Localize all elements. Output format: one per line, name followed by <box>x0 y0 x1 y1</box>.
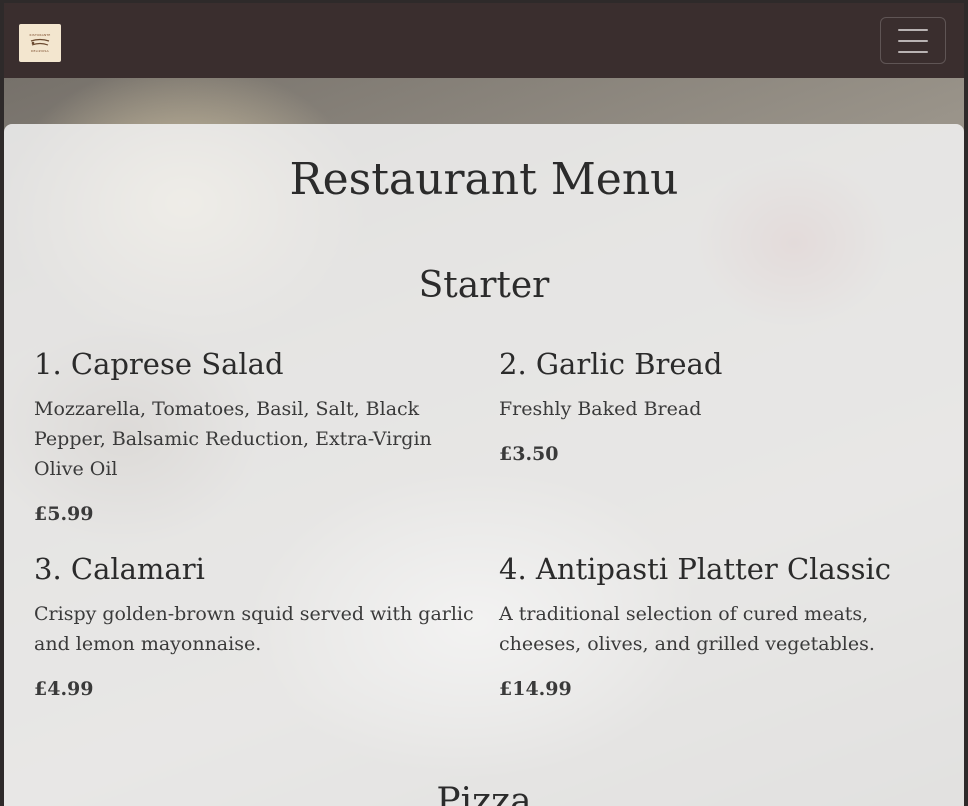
menu-item-description: Freshly Baked Bread <box>499 398 702 420</box>
menu-item-price: £3.50 <box>499 443 559 465</box>
logo-line-2: DELIZIOSA <box>31 49 49 53</box>
menu-item: 4. Antipasti Platter Classic A tradition… <box>499 551 939 701</box>
menu-item-name: 3. Calamari <box>34 552 205 586</box>
menu-item-price: £14.99 <box>499 678 572 700</box>
menu-item: 2. Garlic Bread Freshly Baked Bread £3.5… <box>499 346 939 466</box>
menu-item-name: 2. Garlic Bread <box>499 347 723 381</box>
page-title: Restaurant Menu <box>289 154 679 205</box>
toggler-bar <box>898 39 928 42</box>
menu-item: 1. Caprese Salad Mozzarella, Tomatoes, B… <box>34 346 474 526</box>
menu-item-name: 1. Caprese Salad <box>34 347 284 381</box>
page-frame: RISTORANTE DELIZIOSA Restaurant Menu Sta… <box>4 3 964 806</box>
cutlery-icon <box>30 38 50 46</box>
section-title-pizza: Pizza <box>436 781 532 806</box>
navbar: RISTORANTE DELIZIOSA <box>4 3 964 78</box>
menu-item-description: Mozzarella, Tomatoes, Basil, Salt, Black… <box>34 398 432 480</box>
menu-item: 3. Calamari Crispy golden-brown squid se… <box>34 551 474 701</box>
toggler-bar <box>898 50 928 53</box>
menu-item-name: 4. Antipasti Platter Classic <box>499 552 891 586</box>
restaurant-logo-icon[interactable]: RISTORANTE DELIZIOSA <box>19 24 61 62</box>
hamburger-menu-icon[interactable] <box>880 17 946 64</box>
toggler-bar <box>898 28 928 31</box>
menu-item-price: £5.99 <box>34 503 94 525</box>
section-title-starter: Starter <box>418 265 550 306</box>
menu-panel: Restaurant Menu Starter 1. Caprese Salad… <box>4 124 964 806</box>
menu-item-description: Crispy golden-brown squid served with ga… <box>34 603 474 655</box>
menu-item-price: £4.99 <box>34 678 94 700</box>
menu-item-description: A traditional selection of cured meats, … <box>499 603 875 655</box>
